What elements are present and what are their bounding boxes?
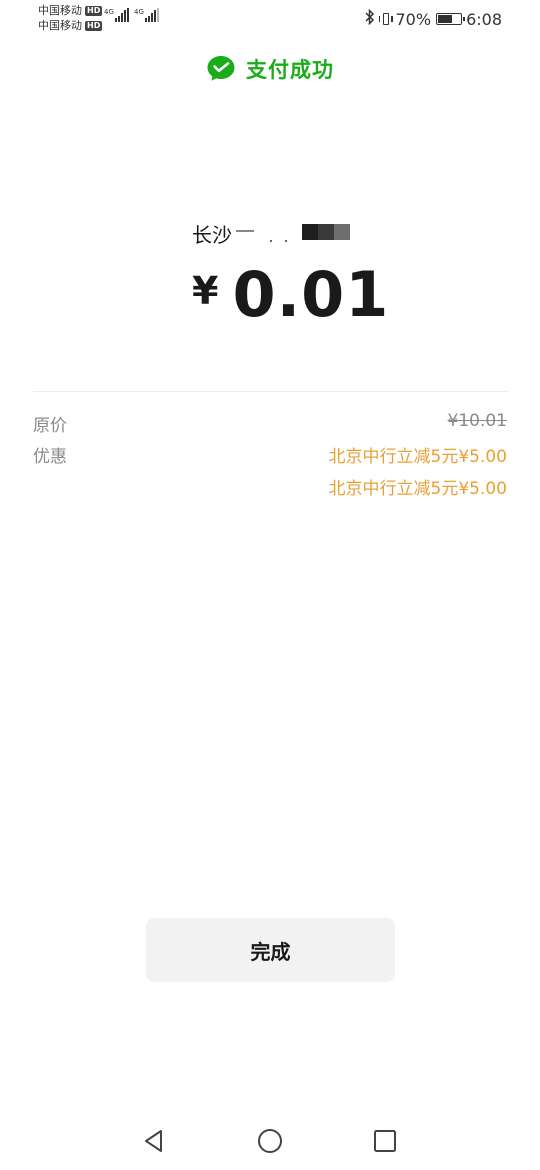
status-bar: 中国移动 HD 中国移动 HD 4G 4G 70% 6:08: [0, 0, 540, 38]
status-right: 70% 6:08: [364, 8, 502, 29]
merchant-mask-dot-2: [285, 240, 287, 242]
merchant-mask-stroke: [236, 230, 254, 232]
currency-symbol: ¥: [192, 269, 219, 313]
discount-item-2: 北京中行立减5元¥5.00: [328, 479, 507, 499]
payment-success-header: 支付成功: [0, 54, 540, 84]
carrier-info: 中国移动 HD 中国移动 HD: [38, 3, 103, 33]
done-button[interactable]: 完成: [146, 918, 395, 982]
signal-strength-icon-1: 4G: [104, 8, 130, 22]
original-price-value: ¥10.01: [447, 411, 507, 431]
battery-percent: 70%: [395, 9, 432, 29]
original-price-label: 原价: [33, 416, 67, 436]
vibrate-icon: [378, 12, 393, 26]
system-nav-bar: [0, 1110, 540, 1170]
network-type-2: 4G: [134, 8, 144, 16]
amount-value: 0.01: [232, 258, 390, 331]
hd-badge-2: HD: [85, 20, 103, 31]
divider: [33, 391, 509, 392]
merchant-mask-dot-1: [270, 240, 272, 242]
discount-label: 优惠: [33, 447, 67, 467]
signal-strength-icon-2: 4G: [134, 8, 160, 22]
back-triangle-icon[interactable]: [141, 1128, 167, 1154]
wechat-pay-icon: [207, 56, 235, 81]
hd-badge-1: HD: [85, 5, 103, 16]
network-type-1: 4G: [104, 8, 114, 16]
clock: 6:08: [466, 9, 502, 29]
battery-icon: [436, 13, 466, 25]
merchant-redaction: [302, 224, 350, 240]
discount-item-1: 北京中行立减5元¥5.00: [328, 447, 507, 467]
recents-square-icon[interactable]: [372, 1128, 398, 1154]
carrier-2-label: 中国移动: [38, 19, 82, 32]
merchant-name: 长沙: [192, 223, 232, 247]
bluetooth-icon: [364, 8, 375, 29]
paid-amount: ¥ 0.01: [192, 262, 389, 328]
page-title: 支付成功: [246, 58, 334, 82]
home-circle-icon[interactable]: [257, 1128, 283, 1154]
carrier-1-label: 中国移动: [38, 4, 82, 17]
